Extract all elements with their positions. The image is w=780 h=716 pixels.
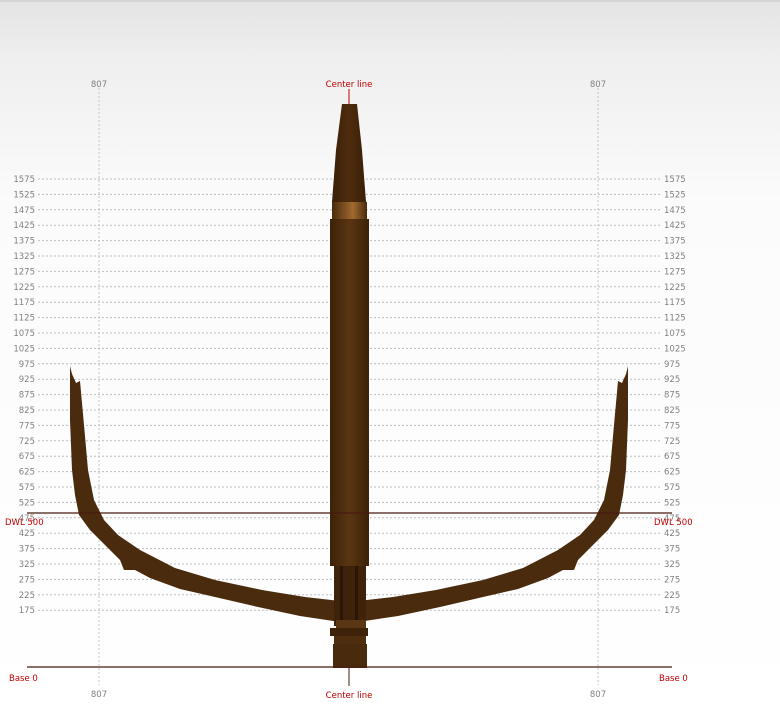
- waterline-label-right: 725: [664, 437, 680, 447]
- waterline-label-right: 1275: [664, 267, 686, 277]
- waterline-label-left: 725: [19, 437, 35, 447]
- station-label-bottom-left: 807: [91, 690, 107, 700]
- waterline-label-right: 1475: [664, 206, 686, 216]
- keel-strut-shadow-right: [355, 566, 358, 626]
- keel-bulb-flange: [330, 628, 368, 636]
- base-label-left: Base 0: [9, 674, 38, 684]
- waterline-label-left: 1375: [13, 237, 35, 247]
- waterline-label-left: 1075: [13, 329, 35, 339]
- mast-band: [332, 202, 367, 219]
- keel-bulb-base: [333, 644, 367, 668]
- waterline-label-right: 975: [664, 360, 680, 370]
- waterline-label-left: 1125: [13, 314, 35, 324]
- waterline-label-left: 575: [19, 483, 35, 493]
- dwl-label-left: DWL 500: [5, 518, 44, 528]
- waterline-label-left: 425: [19, 529, 35, 539]
- waterline-label-right: 675: [664, 452, 680, 462]
- keel-strut-shadow-left: [340, 566, 343, 626]
- base-label-right: Base 0: [659, 674, 688, 684]
- waterline-label-left: 625: [19, 468, 35, 478]
- waterline-label-right: 525: [664, 498, 680, 508]
- hull-section-left: [70, 366, 340, 622]
- mast-tip: [332, 104, 366, 202]
- hull-section: [70, 104, 628, 668]
- waterline-label-left: 1325: [13, 252, 35, 262]
- waterline-label-left: 175: [19, 606, 35, 616]
- waterline-label-left: 825: [19, 406, 35, 416]
- waterline-label-left: 1275: [13, 267, 35, 277]
- mast-shaft: [330, 219, 369, 566]
- waterline-label-left: 875: [19, 391, 35, 401]
- waterline-label-left: 1175: [13, 298, 35, 308]
- waterline-label-right: 825: [664, 406, 680, 416]
- waterline-label-left: 325: [19, 560, 35, 570]
- waterline-label-right: 175: [664, 606, 680, 616]
- waterline-label-right: 1575: [664, 175, 686, 185]
- waterline-label-left: 1425: [13, 221, 35, 231]
- waterline-label-right: 1525: [664, 190, 686, 200]
- waterline-label-right: 1125: [664, 314, 686, 324]
- keel-bulb-mid: [334, 636, 366, 644]
- waterline-label-right: 1425: [664, 221, 686, 231]
- waterline-label-right: 425: [664, 529, 680, 539]
- waterline-label-left: 525: [19, 498, 35, 508]
- waterline-label-right: 325: [664, 560, 680, 570]
- waterline-label-right: 575: [664, 483, 680, 493]
- hull-section-right: [358, 366, 628, 622]
- waterline-label-left: 225: [19, 591, 35, 601]
- waterline-label-left: 375: [19, 545, 35, 555]
- waterline-label-left: 1025: [13, 344, 35, 354]
- dwl-label-right: DWL 500: [654, 518, 693, 528]
- waterline-label-right: 1175: [664, 298, 686, 308]
- waterline-label-right: 375: [664, 545, 680, 555]
- waterline-label-left: 925: [19, 375, 35, 385]
- waterline-label-right: 1325: [664, 252, 686, 262]
- station-label-top-left: 807: [91, 80, 107, 90]
- waterline-label-left: 1525: [13, 190, 35, 200]
- waterline-label-right: 225: [664, 591, 680, 601]
- waterline-label-right: 1025: [664, 344, 686, 354]
- waterline-label-left: 675: [19, 452, 35, 462]
- waterline-label-right: 875: [664, 391, 680, 401]
- waterline-label-left: 275: [19, 575, 35, 585]
- waterline-label-left: 1575: [13, 175, 35, 185]
- waterline-label-right: 1225: [664, 283, 686, 293]
- center-line-label-top: Center line: [326, 80, 373, 90]
- waterline-label-right: 625: [664, 468, 680, 478]
- waterline-label-left: 1475: [13, 206, 35, 216]
- keel-strut: [334, 566, 366, 626]
- waterline-label-right: 1075: [664, 329, 686, 339]
- station-label-top-right: 807: [590, 80, 606, 90]
- center-line-label-bottom: Center line: [326, 691, 373, 701]
- waterline-label-right: 275: [664, 575, 680, 585]
- waterline-label-right: 1375: [664, 237, 686, 247]
- waterline-label-right: 925: [664, 375, 680, 385]
- waterline-label-right: 775: [664, 421, 680, 431]
- station-label-bottom-right: 807: [590, 690, 606, 700]
- body-plan-view: 1575 1575 1525 1525 1475 1475 1425 1425 1375 1375…: [5, 80, 693, 701]
- waterline-label-left: 775: [19, 421, 35, 431]
- waterline-label-left: 975: [19, 360, 35, 370]
- waterline-label-left: 1225: [13, 283, 35, 293]
